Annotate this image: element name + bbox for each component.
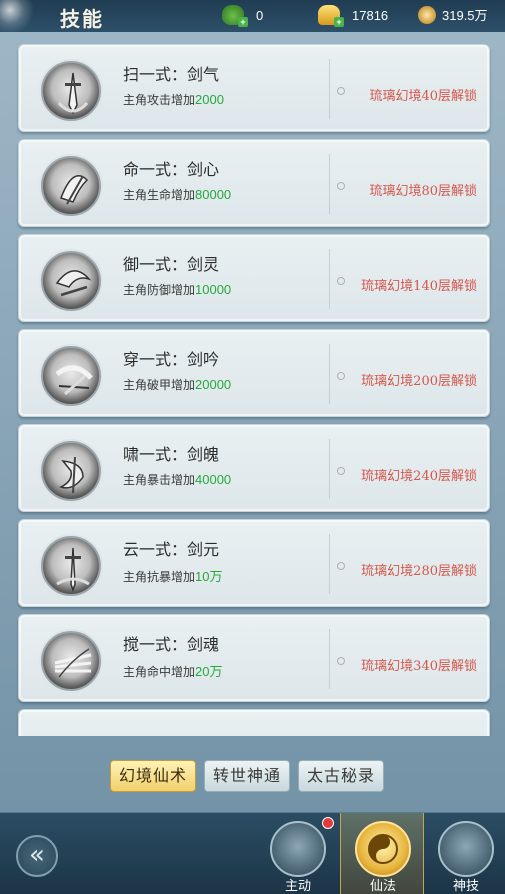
sword-soul-roar-skill-icon [41, 441, 101, 501]
unlock-condition: 琉璃幻境340层解锁 [361, 659, 477, 674]
sword-qi-skill-icon [41, 61, 101, 121]
skill-name: 御一式：剑灵 [123, 255, 220, 274]
sword-spirit-skill-icon [41, 251, 101, 311]
taiji-icon [355, 821, 411, 877]
skill-row[interactable]: 穿一式：剑吟 主角破甲增加20000 琉璃幻境200层解锁 [18, 329, 490, 417]
nav-active-skills[interactable]: 主动 [256, 813, 340, 894]
lock-dot-icon [337, 277, 345, 285]
nav-label: 神技 [452, 879, 479, 894]
skill-name: 扫一式：剑气 [123, 65, 220, 84]
skill-name: 云一式：剑元 [123, 540, 220, 559]
tab-ancient-records[interactable]: 太古秘录 [298, 760, 385, 792]
skill-desc: 主角攻击增加2000 [123, 92, 224, 107]
skill-row[interactable]: 扫一式：剑气 主角攻击增加2000 琉璃幻境40层解锁 [18, 44, 490, 132]
skill-desc: 主角破甲增加20000 [123, 377, 232, 392]
skill-value: 10万 [195, 569, 223, 584]
skill-value: 80000 [195, 187, 232, 202]
lock-dot-icon [337, 87, 345, 95]
sword-spirit-stir-skill-icon [41, 631, 101, 691]
sword-origin-skill-icon [41, 536, 101, 596]
tab-illusion-spells[interactable]: 幻境仙术 [110, 760, 197, 792]
nav-label: 仙法 [369, 879, 396, 894]
notification-badge [322, 817, 334, 829]
currency-copper-value: 319.5万 [442, 8, 488, 23]
skill-row[interactable]: 搅一式：剑魂 主角命中增加20万 琉璃幻境340层解锁 [18, 614, 490, 702]
bottom-nav: « 主动 仙法 神技 [0, 812, 505, 894]
lock-dot-icon [337, 467, 345, 475]
currency-frog-value: 0 [256, 7, 264, 23]
skill-row[interactable]: 命一式：剑心 主角生命增加80000 琉璃幻境80层解锁 [18, 139, 490, 227]
unlock-condition: 琉璃幻境80层解锁 [369, 184, 477, 199]
unlock-condition: 琉璃幻境240层解锁 [361, 469, 477, 484]
divider [329, 344, 330, 404]
skill-list[interactable]: 扫一式：剑气 主角攻击增加2000 琉璃幻境40层解锁 命一式：剑心 主角生命增… [10, 36, 497, 736]
top-bar: 技能 + 0 + 17816 319.5万 [0, 0, 505, 32]
divider [329, 249, 330, 309]
unlock-condition: 琉璃幻境140层解锁 [361, 279, 477, 294]
unlock-condition: 琉璃幻境200层解锁 [361, 374, 477, 389]
skill-desc: 主角暴击增加40000 [123, 472, 232, 487]
lock-dot-icon [337, 372, 345, 380]
divider [329, 59, 330, 119]
back-arrow-icon: « [29, 840, 45, 870]
skill-value: 2000 [195, 92, 224, 107]
currency-ingot[interactable]: + 17816 [318, 5, 389, 27]
skill-value: 20000 [195, 377, 232, 392]
divider [329, 534, 330, 594]
divider [329, 439, 330, 499]
unlock-condition: 琉璃幻境280层解锁 [361, 564, 477, 579]
skill-row-partial[interactable] [18, 709, 490, 736]
skill-desc: 主角抗暴增加10万 [123, 569, 223, 584]
divider [329, 154, 330, 214]
skill-value: 40000 [195, 472, 232, 487]
cloud-ornament-icon [0, 0, 60, 32]
divider [329, 629, 330, 689]
skill-name: 搅一式：剑魂 [123, 635, 220, 654]
sword-heart-skill-icon [41, 156, 101, 216]
page-title: 技能 [60, 7, 104, 31]
lock-dot-icon [337, 182, 345, 190]
nav-divine-skills[interactable]: 神技 [424, 813, 505, 894]
active-skill-icon [270, 821, 326, 877]
gold-ingot-icon: + [318, 5, 344, 27]
tab-rebirth-powers[interactable]: 转世神通 [204, 760, 291, 792]
skill-name: 啸一式：剑魄 [123, 445, 220, 464]
skill-row[interactable]: 云一式：剑元 主角抗暴增加10万 琉璃幻境280层解锁 [18, 519, 490, 607]
sword-chant-skill-icon [41, 346, 101, 406]
currency-copper: 319.5万 [418, 5, 488, 24]
skill-name: 命一式：剑心 [123, 160, 220, 179]
skill-desc: 主角防御增加10000 [123, 282, 232, 297]
nav-immortal-arts[interactable]: 仙法 [340, 813, 424, 894]
currency-frog[interactable]: + 0 [222, 5, 264, 27]
copper-coin-icon [418, 5, 436, 24]
skill-desc: 主角命中增加20万 [123, 664, 223, 679]
lock-dot-icon [337, 562, 345, 570]
frog-coin-icon: + [222, 5, 248, 27]
back-button[interactable]: « [16, 835, 58, 877]
nav-label: 主动 [284, 879, 311, 894]
skill-row[interactable]: 御一式：剑灵 主角防御增加10000 琉璃幻境140层解锁 [18, 234, 490, 322]
skill-name: 穿一式：剑吟 [123, 350, 220, 369]
skill-value: 20万 [195, 664, 223, 679]
lock-dot-icon [337, 657, 345, 665]
currency-ingot-value: 17816 [352, 7, 389, 23]
skill-value: 10000 [195, 282, 232, 297]
skill-desc: 主角生命增加80000 [123, 187, 232, 202]
category-tabs: 幻境仙术 转世神通 太古秘录 [110, 760, 385, 792]
skill-row[interactable]: 啸一式：剑魄 主角暴击增加40000 琉璃幻境240层解锁 [18, 424, 490, 512]
divine-skill-icon [438, 821, 494, 877]
unlock-condition: 琉璃幻境40层解锁 [369, 89, 477, 104]
